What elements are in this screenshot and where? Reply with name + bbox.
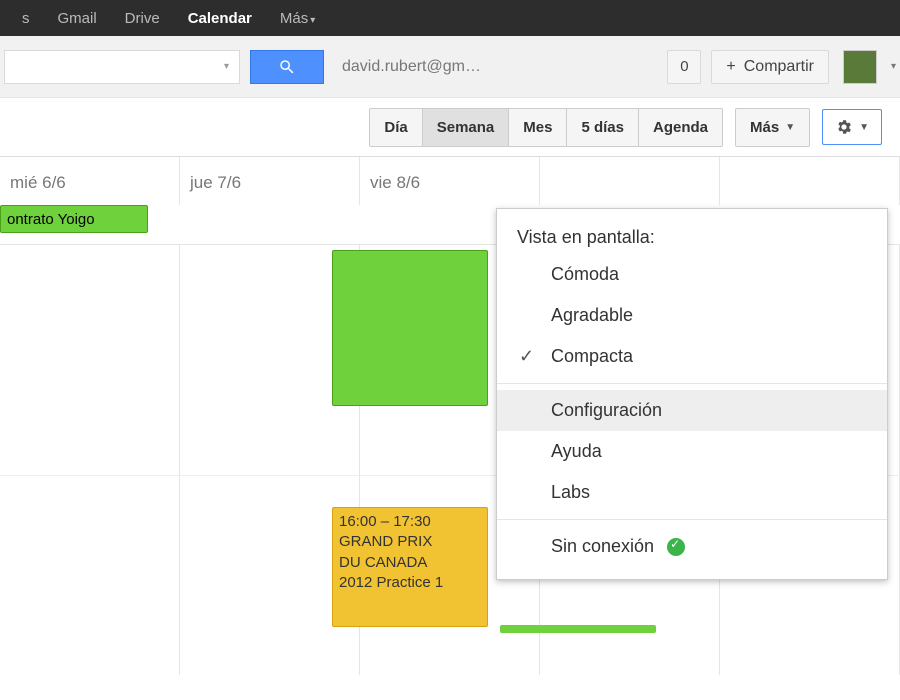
check-circle-icon: [667, 538, 685, 556]
nav-item-plus[interactable]: s: [8, 10, 44, 27]
event-allday[interactable]: ontrato Yoigo: [0, 205, 148, 233]
menu-settings[interactable]: Configuración: [497, 390, 887, 431]
search-options-toggle[interactable]: ▾: [214, 50, 240, 84]
day-header: jue 7/6: [180, 157, 359, 205]
search-input[interactable]: [4, 50, 214, 84]
view-day[interactable]: Día: [370, 109, 422, 146]
more-label: Más: [750, 119, 779, 136]
plus-icon: +: [726, 58, 735, 76]
toolbar: ▾ david.rubert@gm… 0 + Compartir ▾: [0, 36, 900, 98]
view-week[interactable]: Semana: [423, 109, 510, 146]
event-title-line: 2012 Practice 1: [339, 573, 481, 593]
event-time: 16:00 – 17:30: [339, 512, 481, 532]
share-label: Compartir: [744, 58, 814, 76]
menu-offline-label: Sin conexión: [551, 536, 654, 556]
event-block[interactable]: [332, 250, 488, 406]
settings-menu: Vista en pantalla: Cómoda Agradable Comp…: [496, 208, 888, 580]
chevron-down-icon: ▼: [785, 122, 795, 133]
nav-item-label: Más: [280, 10, 308, 27]
more-button[interactable]: Más ▼: [735, 108, 810, 147]
nav-item-drive[interactable]: Drive: [111, 10, 174, 27]
settings-button[interactable]: ▼: [822, 109, 882, 145]
day-column[interactable]: [0, 245, 180, 675]
share-button[interactable]: + Compartir: [711, 50, 829, 84]
global-nav: s Gmail Drive Calendar Más▾: [0, 0, 900, 36]
density-comfortable[interactable]: Cómoda: [497, 254, 887, 295]
menu-separator: [497, 519, 887, 520]
gear-icon: [835, 118, 853, 136]
menu-header: Vista en pantalla:: [497, 217, 887, 254]
view-segmented: Día Semana Mes 5 días Agenda: [369, 108, 723, 147]
event-title-line: GRAND PRIX: [339, 532, 481, 552]
chevron-down-icon[interactable]: ▾: [891, 61, 896, 72]
nav-item-mas[interactable]: Más▾: [266, 10, 329, 27]
menu-separator: [497, 383, 887, 384]
menu-labs[interactable]: Labs: [497, 472, 887, 513]
view-controls: Día Semana Mes 5 días Agenda Más ▼ ▼: [0, 98, 900, 156]
nav-item-calendar[interactable]: Calendar: [174, 10, 266, 27]
day-header: [720, 157, 899, 185]
density-compact[interactable]: Compacta: [497, 336, 887, 377]
account-email: david.rubert@gm…: [342, 58, 481, 76]
nav-item-gmail[interactable]: Gmail: [44, 10, 111, 27]
search-icon: [278, 58, 296, 76]
avatar[interactable]: [843, 50, 877, 84]
view-month[interactable]: Mes: [509, 109, 567, 146]
menu-help[interactable]: Ayuda: [497, 431, 887, 472]
view-5days[interactable]: 5 días: [567, 109, 639, 146]
density-cozy[interactable]: Agradable: [497, 295, 887, 336]
search-button[interactable]: [250, 50, 324, 84]
day-header: mié 6/6: [0, 157, 179, 205]
search-box: ▾: [4, 50, 240, 84]
menu-offline[interactable]: Sin conexión: [497, 526, 887, 567]
event-title-line: DU CANADA: [339, 553, 481, 573]
day-header: [540, 157, 719, 185]
day-header: vie 8/6: [360, 157, 539, 205]
chevron-down-icon: ▾: [310, 15, 315, 26]
day-headers: mié 6/6 jue 7/6 vie 8/6: [0, 157, 900, 205]
share-count-badge[interactable]: 0: [667, 50, 701, 84]
event-bar[interactable]: [500, 625, 656, 633]
view-agenda[interactable]: Agenda: [639, 109, 722, 146]
event-grandprix[interactable]: 16:00 – 17:30 GRAND PRIX DU CANADA 2012 …: [332, 507, 488, 627]
chevron-down-icon: ▼: [859, 122, 869, 133]
